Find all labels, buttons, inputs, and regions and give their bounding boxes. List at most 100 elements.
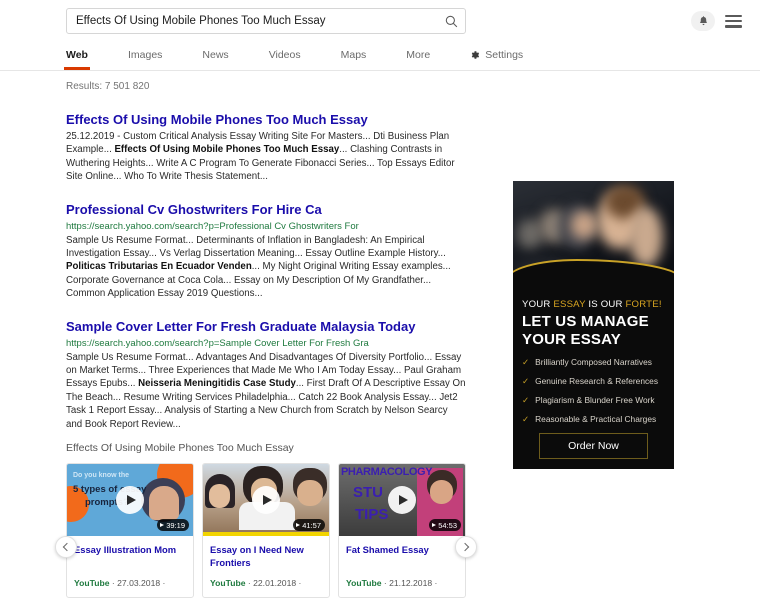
ad-body: YOUR ESSAY IS OUR FORTE! LET US MANAGE Y… [513,289,674,459]
result-title[interactable]: Sample Cover Letter For Fresh Graduate M… [66,318,415,335]
ad-headline: LET US MANAGE YOUR ESSAY [522,313,665,348]
tab-web[interactable]: Web [64,44,90,70]
play-icon[interactable] [388,486,416,514]
ad-benefit-item: ✓ Plagiarism & Blunder Free Work [522,395,665,406]
results-column: Results: 7 501 820 Effects Of Using Mobi… [66,81,466,448]
video-sep2: · [298,578,302,588]
search-result: Effects Of Using Mobile Phones Too Much … [66,111,466,184]
ad-headline-line2: YOUR ESSAY [522,330,621,348]
ad-photo [513,181,674,289]
ad-tagline: YOUR ESSAY IS OUR FORTE! [522,299,665,310]
ad-benefit-label: Plagiarism & Blunder Free Work [535,395,655,405]
snippet-highlight: Politicas Tributarias En Ecuador Venden [66,261,252,273]
video-thumbnail[interactable]: PHARMACOLOGY STU TIPS 54:53 [339,464,465,536]
video-title[interactable]: Essay on I Need New Frontiers [210,544,322,569]
ad-tagline-mid: IS OUR [585,299,626,310]
tab-settings-label: Settings [485,49,524,61]
search-result: Sample Cover Letter For Fresh Graduate M… [66,318,466,431]
video-sep2: · [434,578,438,588]
header-actions [691,11,742,31]
video-card-list: Do you know the 5 types of essay prompts… [66,463,466,598]
video-source: YouTube · 27.03.2018 · [74,578,186,588]
video-meta: Essay Illustration Mom YouTube · 27.03.2… [67,536,193,597]
video-title[interactable]: Fat Shamed Essay [346,544,458,569]
search-icon[interactable] [437,9,465,33]
ad-tagline-word2: FORTE! [625,299,662,310]
result-url[interactable]: https://search.yahoo.com/search?p=Sample… [66,337,466,350]
snippet-highlight: Effects Of Using Mobile Phones Too Much … [114,144,340,156]
nav-tabs: Web Images News Videos Maps More Setting… [64,44,523,71]
results-count: Results: 7 501 820 [66,81,150,92]
result-title[interactable]: Professional Cv Ghostwriters For Hire Ca [66,201,322,218]
check-icon: ✓ [522,376,530,386]
video-thumbnail[interactable]: 41:57 [203,464,329,536]
video-card[interactable]: PHARMACOLOGY STU TIPS 54:53 Fat Shamed E… [338,463,466,598]
video-date: 27.03.2018 [117,578,161,588]
page-header: Effects Of Using Mobile Phones Too Much … [0,0,760,71]
video-duration: 41:57 [293,519,325,531]
ad-benefit-label: Reasonable & Practical Charges [535,414,657,424]
carousel-prev-button[interactable] [55,536,77,558]
snippet-pre: Sample Us Resume Format... Determinants … [66,234,446,260]
thumb-overlay-line1: Do you know the [73,472,129,479]
tab-maps[interactable]: Maps [341,44,367,70]
tab-more[interactable]: More [406,44,430,70]
chevron-left-icon [62,542,72,552]
video-card[interactable]: 41:57 Essay on I Need New Frontiers YouT… [202,463,330,598]
ad-headline-line1: LET US MANAGE [522,313,649,330]
result-url[interactable]: https://search.yahoo.com/search?p=Profes… [66,220,466,233]
notification-bell-icon[interactable] [691,11,715,31]
ad-tagline-word1: ESSAY [553,299,586,310]
check-icon: ✓ [522,395,530,405]
search-box[interactable]: Effects Of Using Mobile Phones Too Much … [66,8,466,34]
search-row: Effects Of Using Mobile Phones Too Much … [0,0,760,44]
result-snippet: Sample Us Resume Format... Determinants … [66,234,466,301]
search-results-page: Effects Of Using Mobile Phones Too Much … [0,0,760,600]
gear-icon [470,50,480,60]
check-icon: ✓ [522,357,530,367]
play-icon[interactable] [252,486,280,514]
tab-videos[interactable]: Videos [269,44,301,70]
ad-benefit-item: ✓ Reasonable & Practical Charges [522,414,665,425]
ad-benefit-item: ✓ Brilliantly Composed Narratives [522,357,665,368]
play-icon[interactable] [116,486,144,514]
result-snippet: Sample Us Resume Format... Advantages An… [66,351,466,431]
tab-images[interactable]: Images [128,44,162,70]
video-title[interactable]: Essay Illustration Mom [74,544,186,569]
video-thumbnail[interactable]: Do you know the 5 types of essay prompts… [67,464,193,536]
ad-benefit-label: Brilliantly Composed Narratives [535,357,652,367]
video-sep2: · [162,578,166,588]
sidebar-ad[interactable]: YOUR ESSAY IS OUR FORTE! LET US MANAGE Y… [513,181,674,469]
video-source-name: YouTube [346,578,382,588]
video-date: 22.01.2018 [253,578,297,588]
video-card[interactable]: Do you know the 5 types of essay prompts… [66,463,194,598]
result-title[interactable]: Effects Of Using Mobile Phones Too Much … [66,111,368,128]
videos-heading: Effects Of Using Mobile Phones Too Much … [66,442,294,454]
video-duration: 39:19 [157,519,189,531]
search-result: Professional Cv Ghostwriters For Hire Ca… [66,201,466,301]
video-source: YouTube · 21.12.2018 · [346,578,458,588]
snippet-highlight: Neisseria Meningitidis Case Study [138,378,296,390]
thumb-overlay-line2: STU [353,484,383,501]
thumb-overlay-line1: PHARMACOLOGY [341,466,433,478]
result-snippet: 25.12.2019 - Custom Critical Analysis Es… [66,130,466,184]
hamburger-menu-icon[interactable] [725,14,742,28]
videos-carousel: Do you know the 5 types of essay prompts… [55,463,477,598]
thumb-overlay-line3: TIPS [355,506,389,523]
ad-benefit-list: ✓ Brilliantly Composed Narratives ✓ Genuin… [522,357,665,425]
tab-news[interactable]: News [202,44,228,70]
video-date: 21.12.2018 [389,578,433,588]
video-duration: 54:53 [429,519,461,531]
search-input[interactable]: Effects Of Using Mobile Phones Too Much … [67,9,437,33]
ad-benefit-item: ✓ Genuine Research & References [522,376,665,387]
chevron-right-icon [460,542,470,552]
video-source-name: YouTube [210,578,246,588]
video-source-name: YouTube [74,578,110,588]
ad-benefit-label: Genuine Research & References [535,376,659,386]
order-now-button[interactable]: Order Now [539,433,648,459]
tab-settings[interactable]: Settings [470,44,523,70]
videos-carousel-block: Effects Of Using Mobile Phones Too Much … [55,442,477,598]
check-icon: ✓ [522,414,530,424]
video-source: YouTube · 22.01.2018 · [210,578,322,588]
carousel-next-button[interactable] [455,536,477,558]
